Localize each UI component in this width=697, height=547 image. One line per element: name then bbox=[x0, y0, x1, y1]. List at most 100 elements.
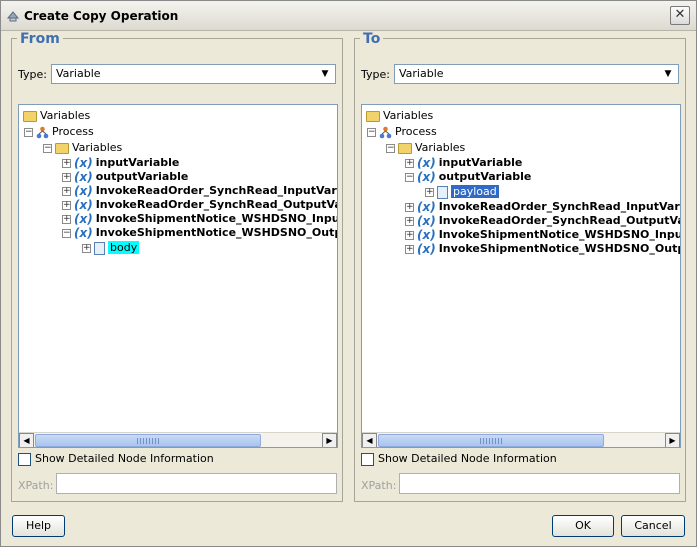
variable-icon: (x) bbox=[74, 212, 93, 226]
checkbox-label: Show Detailed Node Information bbox=[35, 452, 214, 465]
from-detail-checkbox-row[interactable]: Show Detailed Node Information bbox=[18, 452, 214, 466]
tree-node-label: payload bbox=[451, 185, 499, 198]
scroll-thumb[interactable] bbox=[378, 434, 604, 447]
tree-node-variables[interactable]: − Variables bbox=[386, 141, 465, 155]
collapse-toggle[interactable]: − bbox=[62, 228, 71, 238]
cancel-button[interactable]: Cancel bbox=[621, 515, 685, 537]
folder-icon bbox=[23, 110, 37, 122]
tree-node-process[interactable]: − Process bbox=[367, 125, 437, 139]
scroll-left-icon[interactable]: ◀ bbox=[19, 433, 34, 447]
copy-operation-icon bbox=[6, 11, 20, 22]
tree-node-variable[interactable]: + (x) inputVariable bbox=[62, 156, 179, 170]
expand-toggle[interactable]: + bbox=[62, 200, 71, 210]
tree-node-root[interactable]: Variables bbox=[23, 109, 90, 123]
scroll-right-icon[interactable]: ▶ bbox=[665, 433, 680, 447]
expand-toggle[interactable]: + bbox=[405, 216, 414, 226]
tree-node-label: outputVariable bbox=[95, 170, 189, 183]
tree-node-label: InvokeShipmentNotice_WSHDSNO_InputV bbox=[438, 228, 681, 241]
tree-node-variable[interactable]: + (x) InvokeShipmentNotice_WSHDSNO_InputV bbox=[405, 228, 681, 242]
help-button[interactable]: Help bbox=[12, 515, 65, 537]
close-button[interactable]: ✕ bbox=[670, 6, 690, 25]
tree-node-root[interactable]: Variables bbox=[366, 109, 433, 123]
tree-node-label: Process bbox=[52, 125, 94, 138]
variable-icon: (x) bbox=[417, 170, 436, 184]
tree-node-label: InvokeShipmentNotice_WSHDSNO_Outpu bbox=[95, 226, 338, 239]
chevron-down-icon[interactable]: ▼ bbox=[317, 66, 333, 82]
from-horizontal-scrollbar[interactable]: ◀ ▶ bbox=[19, 432, 337, 447]
to-detail-checkbox[interactable] bbox=[361, 452, 374, 466]
tree-node-element-payload[interactable]: + payload bbox=[425, 185, 499, 199]
to-type-value: Variable bbox=[399, 67, 444, 80]
tree-node-label: InvokeShipmentNotice_WSHDSNO_Outpu bbox=[438, 242, 681, 255]
tree-node-element-body[interactable]: + body bbox=[82, 241, 140, 255]
tree-node-label: InvokeReadOrder_SynchRead_InputVaria bbox=[438, 200, 681, 213]
tree-node-label: inputVariable bbox=[95, 156, 180, 169]
from-tree[interactable]: Variables − Process − Variables + (x) inputV… bbox=[18, 104, 338, 448]
from-type-value: Variable bbox=[56, 67, 101, 80]
ok-button[interactable]: OK bbox=[552, 515, 614, 537]
tree-node-variable[interactable]: + (x) outputVariable bbox=[62, 170, 188, 184]
title-bar[interactable]: Create Copy Operation ✕ bbox=[1, 1, 696, 31]
collapse-toggle[interactable]: − bbox=[24, 127, 33, 137]
to-horizontal-scrollbar[interactable]: ◀ ▶ bbox=[362, 432, 680, 447]
folder-icon bbox=[398, 142, 412, 154]
tree-node-variable[interactable]: − (x) InvokeShipmentNotice_WSHDSNO_Outpu bbox=[62, 226, 338, 240]
tree-node-variable[interactable]: + (x) InvokeReadOrder_SynchRead_InputVaria bbox=[405, 200, 681, 214]
expand-toggle[interactable]: + bbox=[425, 187, 434, 197]
grip-icon bbox=[137, 438, 159, 444]
collapse-toggle[interactable]: − bbox=[386, 143, 395, 153]
variable-icon: (x) bbox=[74, 184, 93, 198]
tree-node-process[interactable]: − Process bbox=[24, 125, 94, 139]
element-icon bbox=[94, 241, 105, 255]
scroll-thumb[interactable] bbox=[35, 434, 261, 447]
to-xpath-input[interactable] bbox=[399, 473, 680, 494]
tree-node-variable[interactable]: + (x) InvokeShipmentNotice_WSHDSNO_Outpu bbox=[405, 242, 681, 256]
tree-node-label: Variables bbox=[40, 109, 91, 122]
expand-toggle[interactable]: + bbox=[405, 202, 414, 212]
tree-node-label: Variables bbox=[72, 141, 123, 154]
to-xpath-label: XPath: bbox=[361, 479, 397, 492]
from-panel: From Type: Variable ▼ Variables − Process… bbox=[11, 31, 343, 502]
tree-node-variable[interactable]: + (x) InvokeReadOrder_SynchRead_OutputVar bbox=[405, 214, 681, 228]
tree-node-variable[interactable]: + (x) inputVariable bbox=[405, 156, 522, 170]
variable-icon: (x) bbox=[417, 200, 436, 214]
process-icon bbox=[379, 126, 392, 138]
folder-icon bbox=[366, 110, 380, 122]
chevron-down-icon[interactable]: ▼ bbox=[660, 66, 676, 82]
scroll-right-icon[interactable]: ▶ bbox=[322, 433, 337, 447]
process-icon bbox=[36, 126, 49, 138]
expand-toggle[interactable]: + bbox=[82, 243, 91, 253]
expand-toggle[interactable]: + bbox=[405, 230, 414, 240]
tree-node-variable[interactable]: + (x) InvokeShipmentNotice_WSHDSNO_InputV bbox=[62, 212, 337, 226]
collapse-toggle[interactable]: − bbox=[367, 127, 376, 137]
expand-toggle[interactable]: + bbox=[405, 158, 414, 168]
scroll-left-icon[interactable]: ◀ bbox=[362, 433, 377, 447]
to-tree[interactable]: Variables − Process − Variables + (x) inputV… bbox=[361, 104, 681, 448]
element-icon bbox=[437, 185, 448, 199]
tree-node-label: Variables bbox=[415, 141, 466, 154]
variable-icon: (x) bbox=[417, 214, 436, 228]
expand-toggle[interactable]: + bbox=[62, 158, 71, 168]
grip-icon bbox=[480, 438, 502, 444]
from-type-select[interactable]: Variable ▼ bbox=[51, 64, 336, 84]
collapse-toggle[interactable]: − bbox=[405, 172, 414, 182]
expand-toggle[interactable]: + bbox=[62, 172, 71, 182]
tree-node-variable[interactable]: + (x) InvokeReadOrder_SynchRead_OutputVar bbox=[62, 198, 337, 212]
variable-icon: (x) bbox=[417, 156, 436, 170]
tree-node-variable[interactable]: + (x) InvokeReadOrder_SynchRead_InputVaria bbox=[62, 184, 337, 198]
to-detail-checkbox-row[interactable]: Show Detailed Node Information bbox=[361, 452, 557, 466]
tree-node-variables[interactable]: − Variables bbox=[43, 141, 122, 155]
expand-toggle[interactable]: + bbox=[62, 186, 71, 196]
from-detail-checkbox[interactable] bbox=[18, 452, 31, 466]
tree-node-label: inputVariable bbox=[438, 156, 523, 169]
tree-node-variable[interactable]: − (x) outputVariable bbox=[405, 170, 531, 184]
expand-toggle[interactable]: + bbox=[405, 244, 414, 254]
expand-toggle[interactable]: + bbox=[62, 214, 71, 224]
collapse-toggle[interactable]: − bbox=[43, 143, 52, 153]
from-xpath-input[interactable] bbox=[56, 473, 337, 494]
folder-icon bbox=[55, 142, 69, 154]
from-type-label: Type: bbox=[18, 68, 47, 81]
tree-node-label: InvokeReadOrder_SynchRead_OutputVar bbox=[438, 214, 681, 227]
to-type-select[interactable]: Variable ▼ bbox=[394, 64, 679, 84]
tree-node-label: outputVariable bbox=[438, 170, 532, 183]
